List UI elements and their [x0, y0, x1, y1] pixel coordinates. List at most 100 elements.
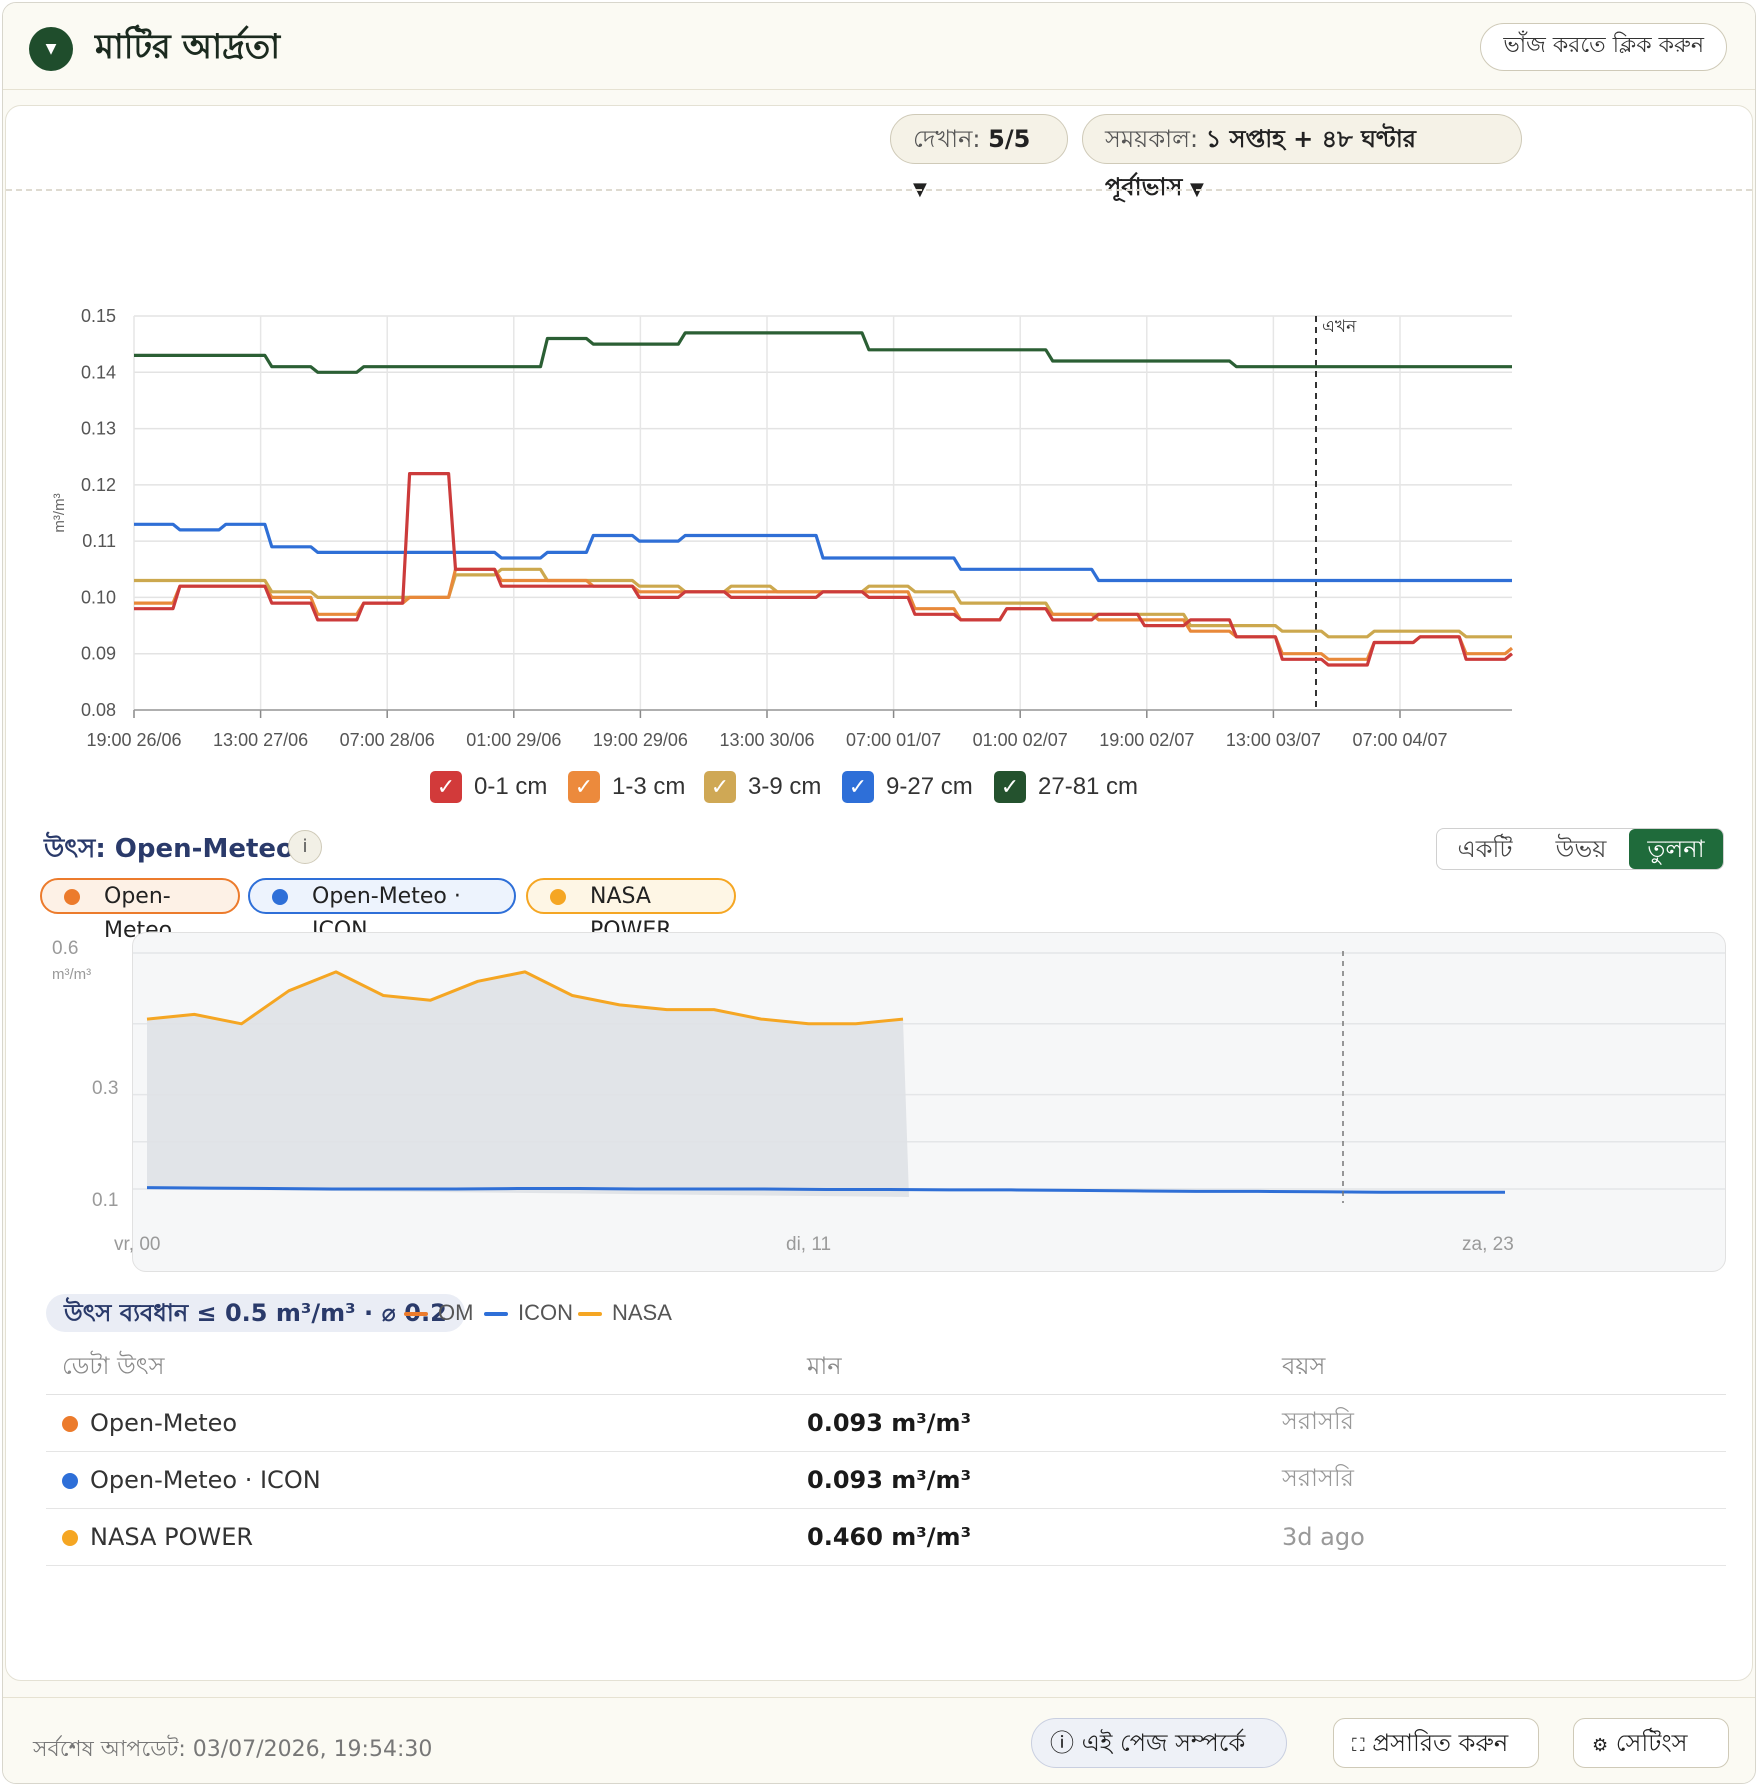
- source-chip-nasa[interactable]: NASA POWER: [526, 878, 736, 943]
- x-tick-label: vr, 00: [114, 1234, 161, 1255]
- x-tick-label: 01:00 02/07: [973, 730, 1068, 750]
- table-row: NASA POWER 0.460 m³/m³ 3d ago: [46, 1508, 1726, 1566]
- mode-single-button[interactable]: একটি: [1437, 829, 1533, 869]
- table-row: Open-Meteo · ICON 0.093 m³/m³ সরাসরি: [46, 1451, 1726, 1509]
- chart-legend: ✓ 0-1 cm ✓ 1-3 cm ✓ 3-9 cm ✓ 9-27 cm ✓ 2…: [6, 768, 1752, 808]
- legend-label: 27-81 cm: [1038, 773, 1139, 800]
- age-cell: সরাসরি: [1266, 1451, 1726, 1509]
- soil-moisture-depth-chart: 0.15 0.14 0.13 0.12 0.11 0.10 0.09 0.08 19:00 26…: [51, 306, 1514, 750]
- x-tick-label: 19:00 26/06: [86, 730, 181, 750]
- y-tick-label: 0.09: [81, 644, 116, 664]
- legend-label: 0-1 cm: [474, 773, 548, 800]
- x-tick-label: 19:00 02/07: [1099, 730, 1194, 750]
- checkbox-icon[interactable]: ✓: [994, 771, 1026, 803]
- card-title: মাটির আর্দ্রতা: [95, 27, 281, 67]
- chart-panel: দেখান: 5/5 ▼ সময়কাল: ১ সপ্তাহ + ৪৮ ঘণ্ট…: [5, 105, 1753, 1681]
- col-header-age: বয়স: [1266, 1342, 1726, 1395]
- checkbox-icon[interactable]: ✓: [842, 771, 874, 803]
- legend-label: 3-9 cm: [748, 773, 822, 800]
- divider: [6, 189, 1752, 191]
- y-axis-unit: m³/m³: [52, 966, 92, 983]
- source-title: উৎস: Open-Meteo: [44, 828, 294, 872]
- period-select[interactable]: সময়কাল: ১ সপ্তাহ + ৪৮ ঘণ্টার পূর্বাভাস …: [1082, 114, 1522, 201]
- legend-label: 1-3 cm: [612, 773, 686, 800]
- value-cell: 0.093 m³/m³: [791, 1394, 1266, 1452]
- x-tick-label: 13:00 27/06: [213, 730, 308, 750]
- y-tick-label: 0.08: [81, 700, 116, 720]
- collapse-button[interactable]: ভাঁজ করতে ক্লিক করুন: [1480, 23, 1727, 71]
- source-dot-icon: [64, 889, 80, 905]
- col-header-value: মান: [791, 1342, 1266, 1395]
- series-line-0-1-cm: [134, 472, 1514, 667]
- mode-both-button[interactable]: উভয়: [1533, 829, 1629, 869]
- source-cell: NASA POWER: [46, 1508, 791, 1566]
- mini-legend-label: OM: [438, 1300, 474, 1325]
- value-cell: 0.460 m³/m³: [791, 1508, 1266, 1566]
- y-tick-label: 0.12: [81, 475, 116, 495]
- x-tick-label: 07:00 04/07: [1352, 730, 1447, 750]
- y-tick-label: 0.14: [81, 362, 116, 382]
- expand-icon: ⛶: [1352, 1735, 1365, 1756]
- mini-legend-label: ICON: [518, 1300, 573, 1325]
- period-label: সময়কাল:: [1105, 125, 1199, 153]
- source-name: Open-Meteo · ICON: [90, 1466, 321, 1494]
- x-tick-label: 01:00 29/06: [466, 730, 561, 750]
- mode-compare-button[interactable]: তুলনা: [1629, 829, 1723, 869]
- source-name: Open-Meteo: [90, 1409, 238, 1437]
- checkbox-icon[interactable]: ✓: [568, 771, 600, 803]
- value-cell: 0.093 m³/m³: [791, 1451, 1266, 1509]
- table-row: Open-Meteo 0.093 m³/m³ সরাসরি: [46, 1394, 1726, 1452]
- checkbox-icon[interactable]: ✓: [430, 771, 462, 803]
- y-axis-label: m³/m³: [51, 493, 68, 532]
- info-icon[interactable]: i: [288, 830, 322, 864]
- y-tick-label: 0.13: [81, 419, 116, 439]
- series-count-select[interactable]: দেখান: 5/5 ▼: [890, 114, 1068, 200]
- source-name: NASA POWER: [90, 1523, 254, 1551]
- y-tick-label: 0.1: [92, 1190, 119, 1211]
- about-label: এই পেজ সম্পর্কে: [1081, 1729, 1246, 1757]
- source-dot-icon: [62, 1416, 78, 1432]
- x-tick-label: 19:00 29/06: [593, 730, 688, 750]
- y-tick-label: 0.11: [82, 531, 116, 551]
- x-tick-label: 13:00 03/07: [1226, 730, 1321, 750]
- x-tick-label: 07:00 28/06: [340, 730, 435, 750]
- source-cell: Open-Meteo · ICON: [46, 1451, 791, 1509]
- source-cell: Open-Meteo: [46, 1394, 791, 1452]
- legend-label: 9-27 cm: [886, 773, 973, 800]
- card-header: ▼ মাটির আর্দ্রতা ভাঁজ করতে ক্লিক করুন: [3, 3, 1755, 90]
- source-chip-icon[interactable]: Open-Meteo · ICON: [248, 878, 516, 943]
- series-line-9-27-cm: [134, 522, 1512, 583]
- mini-legend-icon: ICON: [484, 1296, 573, 1330]
- divergence-badge: উৎস ব্যবধান ≤ 0.5 m³/m³ · ⌀ 0.2: [46, 1294, 465, 1332]
- x-tick-label: 13:00 30/06: [719, 730, 814, 750]
- x-tick-label: za, 23: [1462, 1234, 1514, 1255]
- divergence-area: [147, 971, 909, 1197]
- expand-label: প্রসারিত করুন: [1372, 1729, 1509, 1757]
- soil-moisture-card: ▼ মাটির আর্দ্রতা ভাঁজ করতে ক্লিক করুন দে…: [2, 2, 1756, 1784]
- age-cell: সরাসরি: [1266, 1394, 1726, 1452]
- settings-button[interactable]: ⚙ সেটিংস: [1573, 1718, 1729, 1768]
- series-count-label: দেখান:: [913, 125, 981, 153]
- col-header-source: ডেটা উৎস: [46, 1342, 791, 1395]
- checkbox-icon[interactable]: ✓: [704, 771, 736, 803]
- now-label: এখন: [1322, 317, 1357, 336]
- source-name: Open-Meteo: [114, 834, 294, 864]
- mini-legend-nasa: NASA: [578, 1296, 672, 1330]
- y-tick-label: 0.3: [92, 1078, 119, 1099]
- source-dot-icon: [272, 889, 288, 905]
- age-cell: 3d ago: [1266, 1508, 1726, 1566]
- source-chip-open-meteo[interactable]: Open-Meteo: [40, 878, 240, 943]
- card-footer: সর্বশেষ আপডেট: 03/07/2026, 19:54:30 ⓘ এই…: [3, 1697, 1755, 1783]
- source-dot-icon: [550, 889, 566, 905]
- series-count-value: 5/5: [988, 125, 1031, 153]
- expand-button[interactable]: ⛶ প্রসারিত করুন: [1333, 1718, 1539, 1768]
- collapse-toggle-icon[interactable]: ▼: [29, 27, 73, 71]
- info-icon: ⓘ: [1050, 1729, 1074, 1757]
- about-page-button[interactable]: ⓘ এই পেজ সম্পর্কে: [1031, 1718, 1287, 1768]
- source-dot-icon: [62, 1530, 78, 1546]
- source-table: ডেটা উৎস মান বয়স Open-Meteo 0.093 m³/m³…: [46, 1342, 1726, 1566]
- x-tick-label: 07:00 01/07: [846, 730, 941, 750]
- gear-icon: ⚙: [1592, 1735, 1609, 1756]
- source-comparison-chart: [132, 932, 1726, 1272]
- last-update-text: সর্বশেষ আপডেট: 03/07/2026, 19:54:30: [33, 1737, 433, 1762]
